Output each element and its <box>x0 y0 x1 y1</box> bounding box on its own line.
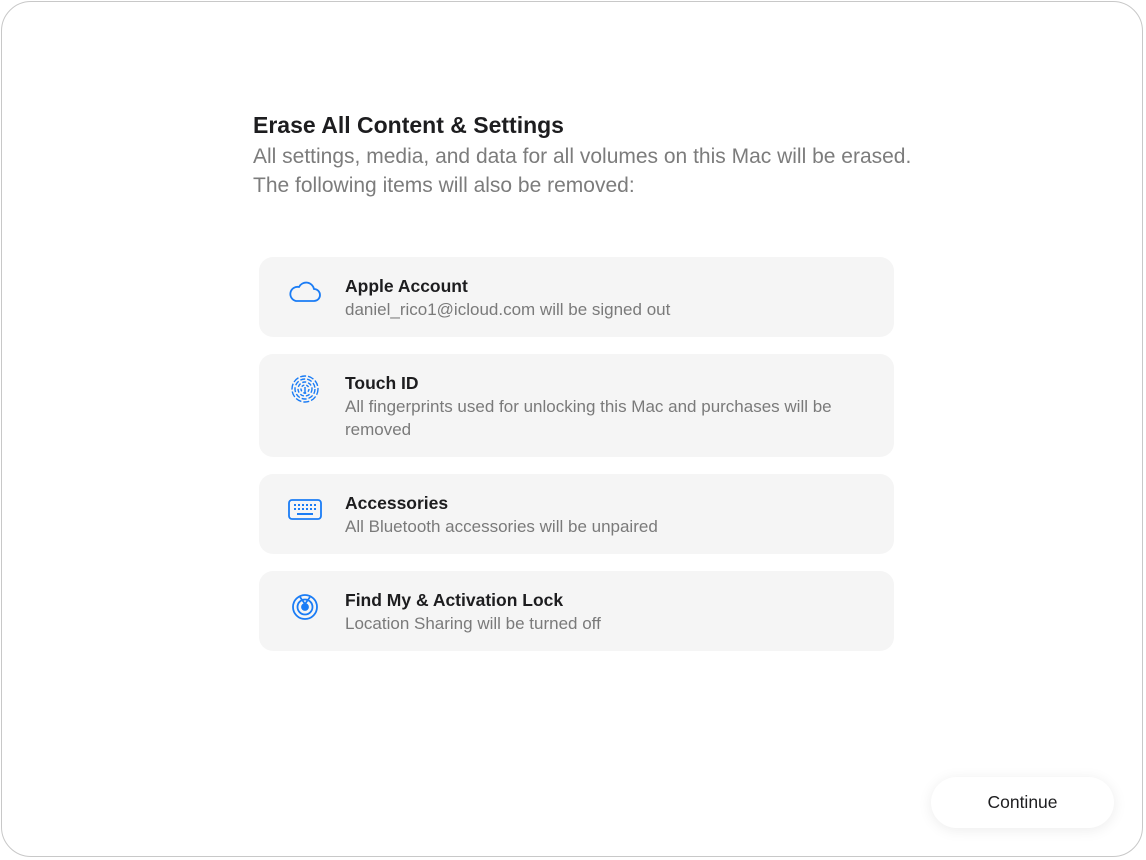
fingerprint-icon <box>287 374 323 404</box>
item-accessories: Accessories All Bluetooth accessories wi… <box>259 474 894 554</box>
item-title: Apple Account <box>345 276 468 297</box>
item-subtitle: Location Sharing will be turned off <box>345 612 890 635</box>
page-title: Erase All Content & Settings <box>253 112 564 139</box>
page-subtitle: All settings, media, and data for all vo… <box>253 142 913 200</box>
item-title: Find My & Activation Lock <box>345 590 563 611</box>
erase-dialog-window: Erase All Content & Settings All setting… <box>1 1 1143 857</box>
item-touch-id: Touch ID All fingerprints used for unloc… <box>259 354 894 457</box>
item-title: Accessories <box>345 493 448 514</box>
item-find-my: Find My & Activation Lock Location Shari… <box>259 571 894 651</box>
continue-button[interactable]: Continue <box>931 777 1114 828</box>
item-subtitle: All fingerprints used for unlocking this… <box>345 395 890 441</box>
item-subtitle: All Bluetooth accessories will be unpair… <box>345 515 890 538</box>
item-apple-account: Apple Account daniel_rico1@icloud.com wi… <box>259 257 894 337</box>
cloud-icon <box>287 277 323 307</box>
item-subtitle: daniel_rico1@icloud.com will be signed o… <box>345 298 890 321</box>
find-my-icon <box>287 591 323 621</box>
item-title: Touch ID <box>345 373 419 394</box>
keyboard-icon <box>287 494 323 524</box>
